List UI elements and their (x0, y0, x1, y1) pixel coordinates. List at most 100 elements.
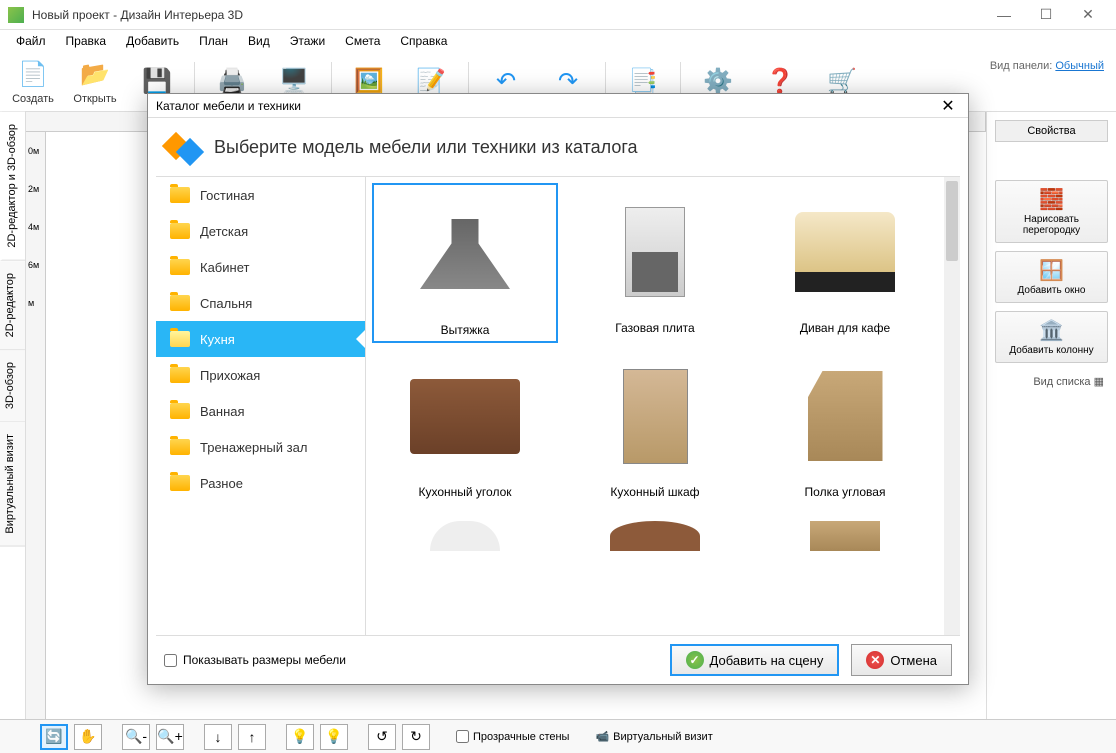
folder-icon (170, 331, 190, 347)
dialog-footer: Показывать размеры мебели ✓ Добавить на … (148, 636, 968, 684)
category-тренажерный зал[interactable]: Тренажерный зал (156, 429, 365, 465)
checkbox-input[interactable] (164, 654, 177, 667)
category-label: Детская (200, 224, 248, 239)
category-ванная[interactable]: Ванная (156, 393, 365, 429)
furniture-item[interactable] (562, 507, 748, 559)
item-label: Кухонный шкаф (566, 485, 744, 499)
ruler-tick: 6м (26, 246, 45, 284)
add-to-scene-button[interactable]: ✓ Добавить на сцену (670, 644, 840, 676)
panel-mode-label: Вид панели: (990, 60, 1052, 72)
rotate-left-button[interactable]: ↺ (368, 724, 396, 750)
properties-tab[interactable]: Свойства (995, 120, 1108, 142)
category-кабинет[interactable]: Кабинет (156, 249, 365, 285)
minimize-button[interactable]: — (984, 2, 1024, 28)
thumbnail (566, 511, 744, 551)
furniture-item[interactable]: Газовая плита (562, 183, 748, 343)
button-label: Добавить на сцену (710, 653, 824, 668)
thumbnail (756, 511, 934, 551)
rotate-right-button[interactable]: ↻ (402, 724, 430, 750)
bottom-toolbar: 🔄 ✋ 🔍- 🔍+ ↓ ↑ 💡 💡 ↺ ↻ Прозрачные стены 📹… (0, 719, 1116, 753)
furniture-item[interactable] (372, 507, 558, 559)
open-button[interactable]: 📂 Открыть (70, 59, 120, 105)
menu-file[interactable]: Файл (8, 32, 54, 50)
checkbox-label: Прозрачные стены (473, 731, 569, 743)
zoom-in-button[interactable]: 🔍+ (156, 724, 184, 750)
menu-floors[interactable]: Этажи (282, 32, 333, 50)
close-button[interactable]: ✕ (1068, 2, 1108, 28)
category-спальня[interactable]: Спальня (156, 285, 365, 321)
category-разное[interactable]: Разное (156, 465, 365, 501)
category-детская[interactable]: Детская (156, 213, 365, 249)
ruler-tick: м (26, 284, 45, 322)
folder-icon (170, 259, 190, 275)
category-прихожая[interactable]: Прихожая (156, 357, 365, 393)
list-view-label[interactable]: Вид списка ▦ (995, 371, 1108, 392)
folder-icon (170, 295, 190, 311)
furniture-catalog-dialog: Каталог мебели и техники ✕ Выберите моде… (147, 93, 969, 685)
menu-edit[interactable]: Правка (58, 32, 115, 50)
thumbnail (756, 351, 934, 481)
toggle-label: Виртуальный визит (613, 731, 713, 743)
dialog-close-button[interactable]: ✕ (936, 96, 960, 116)
item-label: Вытяжка (378, 323, 552, 337)
light-on-button[interactable]: 💡 (286, 724, 314, 750)
tab-2d-3d[interactable]: 2D-редактор и 3D-обзор (0, 112, 25, 261)
menu-help[interactable]: Справка (392, 32, 455, 50)
menu-plan[interactable]: План (191, 32, 236, 50)
checkbox-label: Показывать размеры мебели (183, 653, 346, 667)
folder-icon (170, 367, 190, 383)
pan-button[interactable]: ✋ (74, 724, 102, 750)
menu-estimate[interactable]: Смета (337, 32, 388, 50)
button-label: Отмена (890, 653, 937, 668)
create-label: Создать (12, 93, 54, 105)
light-off-button[interactable]: 💡 (320, 724, 348, 750)
virtual-visit-toggle[interactable]: 📹 Виртуальный визит (595, 730, 712, 743)
thumbnail (566, 187, 744, 317)
furniture-item[interactable]: Полка угловая (752, 347, 938, 503)
rotate-360-button[interactable]: 🔄 (40, 724, 68, 750)
furniture-item[interactable]: Вытяжка (372, 183, 558, 343)
maximize-button[interactable]: ☐ (1026, 2, 1066, 28)
category-гостиная[interactable]: Гостиная (156, 177, 365, 213)
column-icon: 🏛️ (1002, 318, 1101, 343)
add-window-button[interactable]: 🪟Добавить окно (995, 251, 1108, 303)
cancel-button[interactable]: ✕ Отмена (851, 644, 952, 676)
furniture-item[interactable]: Диван для кафе (752, 183, 938, 343)
menubar: Файл Правка Добавить План Вид Этажи Смет… (0, 30, 1116, 52)
check-icon: ✓ (686, 651, 704, 669)
tab-2d[interactable]: 2D-редактор (0, 261, 25, 350)
tab-3d[interactable]: 3D-обзор (0, 350, 25, 422)
menu-view[interactable]: Вид (240, 32, 278, 50)
furniture-item[interactable] (752, 507, 938, 559)
transparent-walls-checkbox[interactable]: Прозрачные стены (456, 730, 569, 743)
cancel-icon: ✕ (866, 651, 884, 669)
menu-add[interactable]: Добавить (118, 32, 187, 50)
app-icon (8, 7, 24, 23)
open-label: Открыть (73, 93, 116, 105)
draw-partition-button[interactable]: 🧱Нарисовать перегородку (995, 180, 1108, 243)
thumbnail (376, 351, 554, 481)
item-label: Диван для кафе (756, 321, 934, 335)
scroll-thumb[interactable] (946, 181, 958, 261)
ruler-tick: 2м (26, 170, 45, 208)
item-label: Газовая плита (566, 321, 744, 335)
ruler-vertical: 0м 2м 4м 6м м (26, 132, 46, 719)
create-button[interactable]: 📄 Создать (8, 59, 58, 105)
tilt-down-button[interactable]: ↓ (204, 724, 232, 750)
category-label: Кухня (200, 332, 235, 347)
dialog-header: Выберите модель мебели или техники из ка… (148, 118, 968, 176)
furniture-item[interactable]: Кухонный уголок (372, 347, 558, 503)
furniture-item[interactable]: Кухонный шкаф (562, 347, 748, 503)
scrollbar[interactable] (944, 177, 960, 635)
show-sizes-checkbox[interactable]: Показывать размеры мебели (164, 653, 658, 667)
thumbnail (376, 511, 554, 551)
category-label: Гостиная (200, 188, 255, 203)
tilt-up-button[interactable]: ↑ (238, 724, 266, 750)
camera-icon: 📹 (595, 730, 609, 743)
add-column-button[interactable]: 🏛️Добавить колонну (995, 311, 1108, 363)
btn-label: Добавить окно (1018, 285, 1086, 296)
zoom-out-button[interactable]: 🔍- (122, 724, 150, 750)
panel-mode-link[interactable]: Обычный (1055, 60, 1104, 72)
category-кухня[interactable]: Кухня (156, 321, 365, 357)
tab-virtual[interactable]: Виртуальный визит (0, 422, 25, 547)
